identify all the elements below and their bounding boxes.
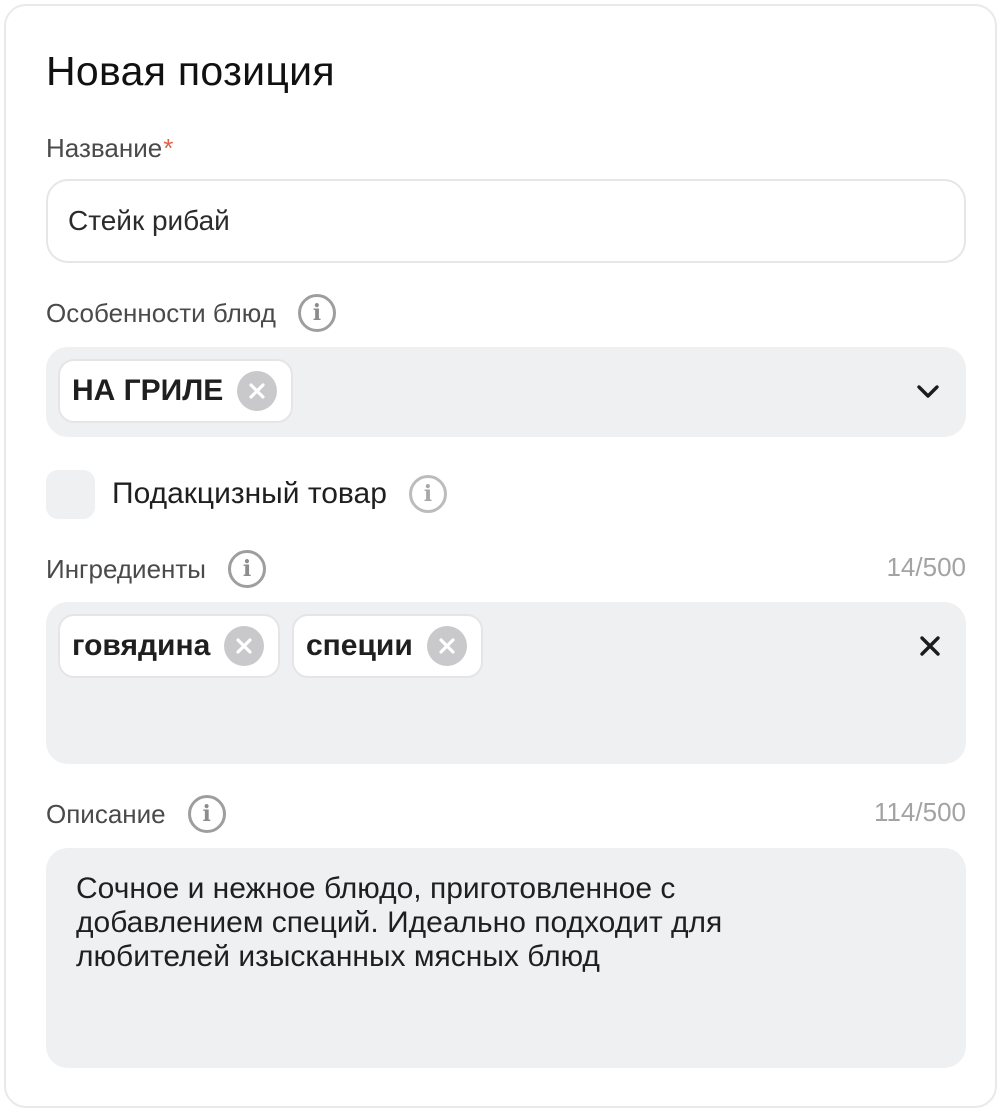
ingredient-tag-label: специи [306,629,413,662]
features-info-icon[interactable]: i [297,294,336,332]
description-line: любителей изысканных мясных блюд [76,940,600,973]
features-select[interactable]: НА ГРИЛЕ [46,347,966,437]
ingredients-label: Ингредиенты i [46,550,266,588]
ingredient-tag: специи [292,614,483,678]
clear-icon[interactable] [916,632,944,660]
name-input[interactable]: Стейк рибай [46,179,966,263]
description-label: Описание i [46,795,226,833]
description-line: добавлением специй. Идеально подходит дл… [76,906,723,939]
remove-tag-icon[interactable] [224,626,265,666]
description-label-text: Описание [46,798,166,829]
features-label-text: Особенности блюд [46,297,276,328]
feature-tag: НА ГРИЛЕ [58,359,294,423]
remove-tag-icon[interactable] [426,626,467,666]
ingredients-counter: 14/500 [886,552,966,582]
excise-label-text: Подакцизный товар [112,477,387,510]
form-title: Новая позиция [46,48,335,94]
excise-checkbox-label: Подакцизный товар i [112,475,447,513]
ingredient-tag-label: говядина [72,629,211,662]
feature-tag-label: НА ГРИЛЕ [72,374,224,407]
ingredients-input[interactable]: говядина специи [46,602,966,764]
excise-checkbox[interactable] [46,470,95,519]
name-label-text: Название [46,133,163,163]
description-counter: 114/500 [873,797,966,827]
ingredient-tag: говядина [58,614,281,678]
name-input-value: Стейк рибай [68,205,230,236]
ingredients-label-text: Ингредиенты [46,553,206,584]
description-info-icon[interactable]: i [187,795,226,833]
ingredients-info-icon[interactable]: i [228,550,266,588]
name-label: Название * [46,133,173,164]
chevron-down-icon[interactable] [914,377,942,405]
excise-info-icon[interactable]: i [408,475,447,513]
description-text: Сочное и нежное блюдо, приготовленное с … [76,872,936,974]
features-label: Особенности блюд i [46,294,336,332]
description-line: Сочное и нежное блюдо, приготовленное с [76,872,676,905]
remove-tag-icon[interactable] [237,371,278,411]
required-mark: * [163,133,174,163]
